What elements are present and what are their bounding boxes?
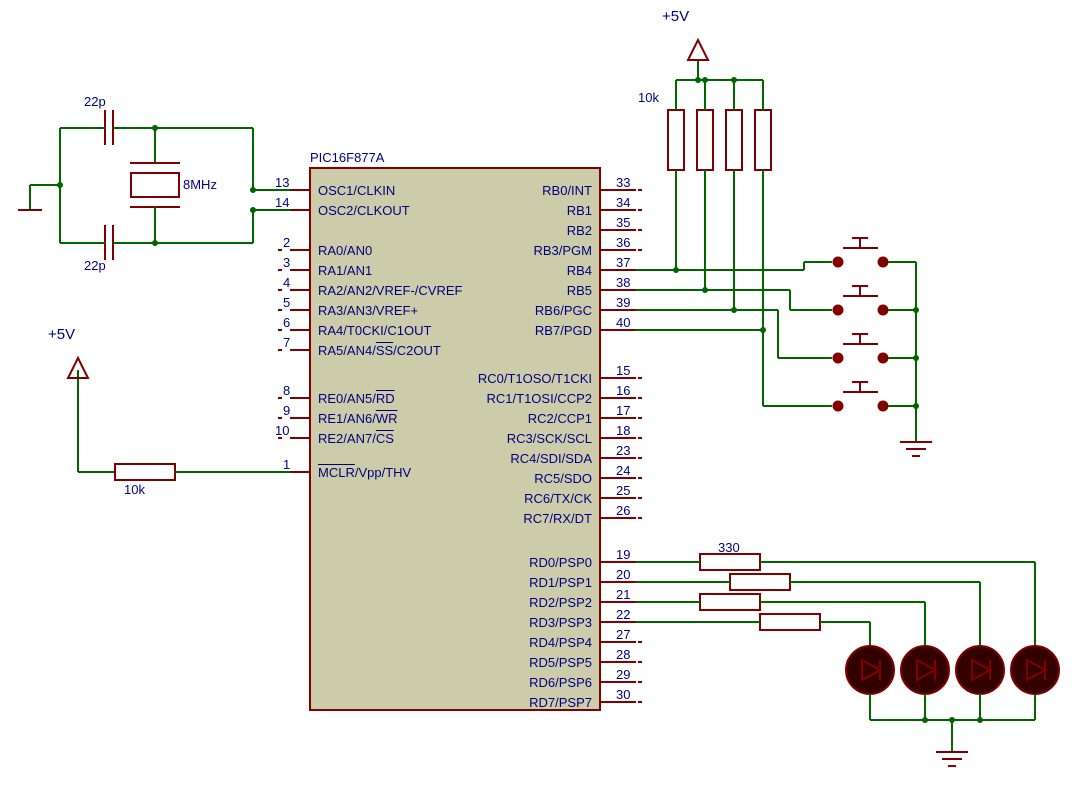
pin-40: 40 [616,315,630,330]
lbl-rc0: RC0/T1OSO/T1CKI [478,371,592,386]
lbl-rb5: RB5 [567,283,592,298]
pin-9: 9 [283,403,290,418]
pin-23: 23 [616,443,630,458]
lbl-rc3: RC3/SCK/SCL [507,431,592,446]
cap-c1-label: 22p [84,94,106,109]
ground-buttons [900,442,932,456]
lbl-ra5: RA5/AN4/SS/C2OUT [318,343,441,358]
lbl-rd5: RD5/PSP5 [529,655,592,670]
pullup-resistors [668,40,771,330]
pin-27: 27 [616,627,630,642]
pin-35: 35 [616,215,630,230]
pin-4: 4 [283,275,290,290]
pin-28: 28 [616,647,630,662]
lbl-rd1: RD1/PSP1 [529,575,592,590]
ground-caps [18,185,60,210]
lbl-rc7: RC7/RX/DT [523,511,592,526]
pin-18: 18 [616,423,630,438]
pin-19: 19 [616,547,630,562]
pin-13: 13 [275,175,289,190]
lbl-re0: RE0/AN5/RD [318,391,395,406]
pin-8: 8 [283,383,290,398]
pin-7: 7 [283,335,290,350]
capacitor-c2 [60,225,155,260]
pin-39: 39 [616,295,630,310]
lbl-rd4: RD4/PSP4 [529,635,592,650]
lbl-rd7: RD7/PSP7 [529,695,592,710]
pin-22: 22 [616,607,630,622]
mclr-pullup [68,358,290,480]
led-res-label: 330 [718,540,740,555]
lbl-ra4: RA4/T0CKI/C1OUT [318,323,431,338]
lbl-rc1: RC1/T1OSI/CCP2 [487,391,592,406]
pin-25: 25 [616,483,630,498]
push-button-3 [778,310,916,363]
pin-33: 33 [616,175,630,190]
pin-16: 16 [616,383,630,398]
lbl-rb3: RB3/PGM [533,243,592,258]
pullup-res-label: 10k [638,90,659,105]
pin-2: 2 [283,235,290,250]
lbl-rd2: RD2/PSP2 [529,595,592,610]
pin-10: 10 [275,423,289,438]
lbl-rc2: RC2/CCP1 [528,411,592,426]
push-button-1 [804,238,916,270]
pin-30: 30 [616,687,630,702]
pin-14: 14 [275,195,289,210]
lbl-rb7: RB7/PGD [535,323,592,338]
crystal [130,128,180,243]
pin-26: 26 [616,503,630,518]
pin-5: 5 [283,295,290,310]
lbl-ra1: RA1/AN1 [318,263,372,278]
lbl-mclr: MCLR/Vpp/THV [318,465,411,480]
lbl-ra0: RA0/AN0 [318,243,372,258]
crystal-freq-label: 8MHz [183,177,217,192]
mclr-res-label: 10k [124,482,145,497]
ground-leds [936,752,968,766]
pin-3: 3 [283,255,290,270]
lbl-rb2: RB2 [567,223,592,238]
lbl-re1: RE1/AN6/WR [318,411,397,426]
lbl-ra2: RA2/AN2/VREF-/CVREF [318,283,462,298]
lbl-rb1: RB1 [567,203,592,218]
push-button-2 [790,286,916,315]
pin-37: 37 [616,255,630,270]
lbl-rc6: RC6/TX/CK [524,491,592,506]
lbl-ra3: RA3/AN3/VREF+ [318,303,418,318]
lbl-rc5: RC5/SDO [534,471,592,486]
pin-17: 17 [616,403,630,418]
lbl-rc4: RC4/SDI/SDA [510,451,592,466]
pin-21: 21 [616,587,630,602]
pin-29: 29 [616,667,630,682]
capacitor-c1 [60,110,155,145]
pin-20: 20 [616,567,630,582]
leds [846,646,1059,694]
pin-15: 15 [616,363,630,378]
pin-24: 24 [616,463,630,478]
lbl-rd6: RD6/PSP6 [529,675,592,690]
led-resistors [700,554,820,630]
pin-36: 36 [616,235,630,250]
pin-34: 34 [616,195,630,210]
vcc-mclr-label: +5V [48,326,75,343]
lbl-rb4: RB4 [567,263,592,278]
lbl-rd3: RD3/PSP3 [529,615,592,630]
vcc-top-label: +5V [662,8,689,25]
push-button-4 [763,330,916,411]
cap-c2-label: 22p [84,258,106,273]
lbl-osc1: OSC1/CLKIN [318,183,395,198]
pin-38: 38 [616,275,630,290]
lbl-rd0: RD0/PSP0 [529,555,592,570]
lbl-re2: RE2/AN7/CS [318,431,394,446]
lbl-rb6: RB6/PGC [535,303,592,318]
chip-name-label: PIC16F877A [310,150,384,165]
lbl-osc2: OSC2/CLKOUT [318,203,410,218]
lbl-rb0: RB0/INT [542,183,592,198]
pin-6: 6 [283,315,290,330]
pin-1: 1 [283,457,290,472]
